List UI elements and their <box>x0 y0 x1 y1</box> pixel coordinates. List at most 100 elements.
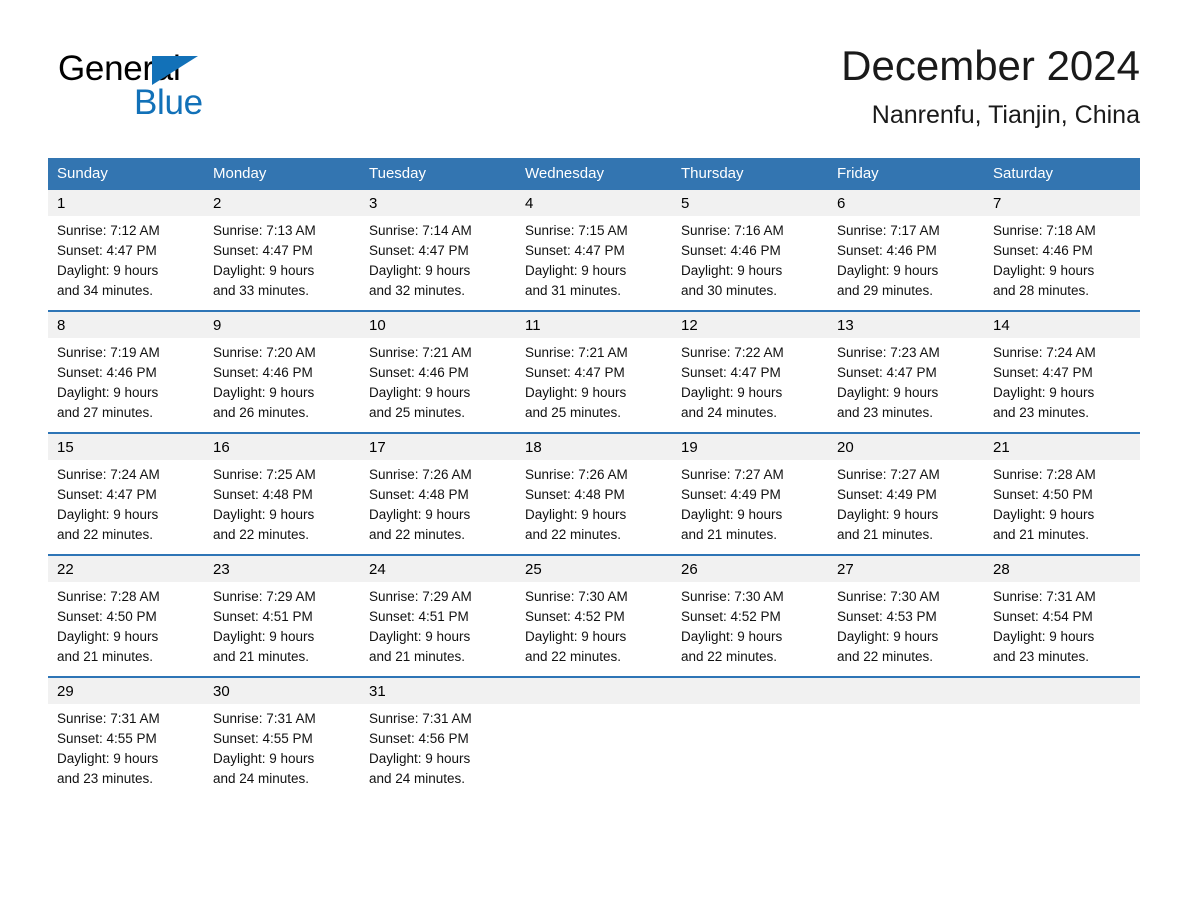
daylight-text: Daylight: 9 hours <box>525 385 627 400</box>
day-number-4[interactable]: 4 <box>516 190 672 216</box>
day-number-11[interactable]: 11 <box>516 312 672 338</box>
sunset-text: Sunset: 4:50 PM <box>993 487 1093 502</box>
day-cell-16[interactable]: Sunrise: 7:25 AM Sunset: 4:48 PM Daylight:… <box>204 465 360 545</box>
day-cell-6[interactable]: Sunrise: 7:17 AM Sunset: 4:46 PM Daylight:… <box>828 221 984 301</box>
daylight-text: and 24 minutes. <box>369 771 466 786</box>
day-number-23[interactable]: 23 <box>204 556 360 582</box>
day-number-6[interactable]: 6 <box>828 190 984 216</box>
day-cell-17[interactable]: Sunrise: 7:26 AM Sunset: 4:48 PM Daylight:… <box>360 465 516 545</box>
day-cell-7[interactable]: Sunrise: 7:18 AM Sunset: 4:46 PM Daylight:… <box>984 221 1140 301</box>
day-of-week-header-wednesday: Wednesday <box>525 165 604 182</box>
daylight-text: and 22 minutes. <box>681 649 778 664</box>
day-number-29[interactable]: 29 <box>48 678 204 704</box>
day-cell-30[interactable]: Sunrise: 7:31 AM Sunset: 4:55 PM Daylight:… <box>204 709 360 789</box>
sunset-text: Sunset: 4:47 PM <box>837 365 937 380</box>
day-cell-empty <box>984 709 1140 789</box>
day-number-7[interactable]: 7 <box>984 190 1140 216</box>
day-number-9[interactable]: 9 <box>204 312 360 338</box>
day-cell-2[interactable]: Sunrise: 7:13 AM Sunset: 4:47 PM Daylight:… <box>204 221 360 301</box>
day-number-8[interactable]: 8 <box>48 312 204 338</box>
day-number-25[interactable]: 25 <box>516 556 672 582</box>
sunrise-text: Sunrise: 7:28 AM <box>993 467 1096 482</box>
day-cell-19[interactable]: Sunrise: 7:27 AM Sunset: 4:49 PM Daylight:… <box>672 465 828 545</box>
day-cell-31[interactable]: Sunrise: 7:31 AM Sunset: 4:56 PM Daylight:… <box>360 709 516 789</box>
sunset-text: Sunset: 4:53 PM <box>837 609 937 624</box>
day-number-27[interactable]: 27 <box>828 556 984 582</box>
day-number-2[interactable]: 2 <box>204 190 360 216</box>
sunrise-text: Sunrise: 7:18 AM <box>993 223 1096 238</box>
day-cell-9[interactable]: Sunrise: 7:20 AM Sunset: 4:46 PM Daylight:… <box>204 343 360 423</box>
day-cell-27[interactable]: Sunrise: 7:30 AM Sunset: 4:53 PM Daylight:… <box>828 587 984 667</box>
daylight-text: and 34 minutes. <box>57 283 154 298</box>
day-cell-24[interactable]: Sunrise: 7:29 AM Sunset: 4:51 PM Daylight:… <box>360 587 516 667</box>
day-number-10[interactable]: 10 <box>360 312 516 338</box>
sunset-text: Sunset: 4:56 PM <box>369 731 469 746</box>
day-number-5[interactable]: 5 <box>672 190 828 216</box>
daylight-text: Daylight: 9 hours <box>57 751 159 766</box>
day-cell-29[interactable]: Sunrise: 7:31 AM Sunset: 4:55 PM Daylight:… <box>48 709 204 789</box>
daylight-text: Daylight: 9 hours <box>837 263 939 278</box>
day-number-24[interactable]: 24 <box>360 556 516 582</box>
week-info-band: Sunrise: 7:19 AM Sunset: 4:46 PM Daylight:… <box>48 338 1140 423</box>
day-number-14[interactable]: 14 <box>984 312 1140 338</box>
day-cell-22[interactable]: Sunrise: 7:28 AM Sunset: 4:50 PM Daylight:… <box>48 587 204 667</box>
daylight-text: and 21 minutes. <box>57 649 154 664</box>
day-number-3[interactable]: 3 <box>360 190 516 216</box>
day-number-31[interactable]: 31 <box>360 678 516 704</box>
day-number-30[interactable]: 30 <box>204 678 360 704</box>
daylight-text: Daylight: 9 hours <box>213 751 315 766</box>
day-cell-11[interactable]: Sunrise: 7:21 AM Sunset: 4:47 PM Daylight:… <box>516 343 672 423</box>
day-cell-15[interactable]: Sunrise: 7:24 AM Sunset: 4:47 PM Daylight:… <box>48 465 204 545</box>
day-cell-10[interactable]: Sunrise: 7:21 AM Sunset: 4:46 PM Daylight:… <box>360 343 516 423</box>
day-cell-8[interactable]: Sunrise: 7:19 AM Sunset: 4:46 PM Daylight:… <box>48 343 204 423</box>
day-number-17[interactable]: 17 <box>360 434 516 460</box>
day-number-28[interactable]: 28 <box>984 556 1140 582</box>
day-number-19[interactable]: 19 <box>672 434 828 460</box>
day-cell-4[interactable]: Sunrise: 7:15 AM Sunset: 4:47 PM Daylight:… <box>516 221 672 301</box>
day-cell-18[interactable]: Sunrise: 7:26 AM Sunset: 4:48 PM Daylight:… <box>516 465 672 545</box>
daylight-text: and 28 minutes. <box>993 283 1090 298</box>
day-cell-21[interactable]: Sunrise: 7:28 AM Sunset: 4:50 PM Daylight:… <box>984 465 1140 545</box>
daylight-text: and 21 minutes. <box>213 649 310 664</box>
sunrise-text: Sunrise: 7:14 AM <box>369 223 472 238</box>
day-number-16[interactable]: 16 <box>204 434 360 460</box>
sunrise-text: Sunrise: 7:22 AM <box>681 345 784 360</box>
sunset-text: Sunset: 4:49 PM <box>681 487 781 502</box>
day-cell-empty <box>516 709 672 789</box>
day-number-26[interactable]: 26 <box>672 556 828 582</box>
sunrise-text: Sunrise: 7:25 AM <box>213 467 316 482</box>
day-number-20[interactable]: 20 <box>828 434 984 460</box>
daylight-text: and 21 minutes. <box>837 527 934 542</box>
day-cell-20[interactable]: Sunrise: 7:27 AM Sunset: 4:49 PM Daylight:… <box>828 465 984 545</box>
daylight-text: and 27 minutes. <box>57 405 154 420</box>
day-cell-1[interactable]: Sunrise: 7:12 AM Sunset: 4:47 PM Daylight:… <box>48 221 204 301</box>
day-number-22[interactable]: 22 <box>48 556 204 582</box>
general-blue-logo[interactable]: General Blue <box>58 50 308 136</box>
day-cell-5[interactable]: Sunrise: 7:16 AM Sunset: 4:46 PM Daylight:… <box>672 221 828 301</box>
day-number-15[interactable]: 15 <box>48 434 204 460</box>
day-cell-12[interactable]: Sunrise: 7:22 AM Sunset: 4:47 PM Daylight:… <box>672 343 828 423</box>
day-cell-25[interactable]: Sunrise: 7:30 AM Sunset: 4:52 PM Daylight:… <box>516 587 672 667</box>
week-date-band: 1234567 <box>48 190 1140 216</box>
day-number-12[interactable]: 12 <box>672 312 828 338</box>
daylight-text: Daylight: 9 hours <box>213 629 315 644</box>
sunrise-text: Sunrise: 7:27 AM <box>837 467 940 482</box>
sunrise-text: Sunrise: 7:13 AM <box>213 223 316 238</box>
day-cell-13[interactable]: Sunrise: 7:23 AM Sunset: 4:47 PM Daylight:… <box>828 343 984 423</box>
day-number-18[interactable]: 18 <box>516 434 672 460</box>
calendar-weeks: 1 2 3 4 5 6 7 Sunrise: 7:12 AM Sunset: 4:47 PM Da… <box>48 190 1140 789</box>
day-number-13[interactable]: 13 <box>828 312 984 338</box>
sunset-text: Sunset: 4:47 PM <box>681 365 781 380</box>
sunrise-text: Sunrise: 7:31 AM <box>57 711 160 726</box>
day-cell-14[interactable]: Sunrise: 7:24 AM Sunset: 4:47 PM Daylight:… <box>984 343 1140 423</box>
day-number-1[interactable]: 1 <box>48 190 204 216</box>
day-number-empty <box>828 678 984 704</box>
day-cell-3[interactable]: Sunrise: 7:14 AM Sunset: 4:47 PM Daylight:… <box>360 221 516 301</box>
daylight-text: Daylight: 9 hours <box>369 629 471 644</box>
day-number-21[interactable]: 21 <box>984 434 1140 460</box>
calendar-week-row: 15 16 17 18 19 20 21 Sunrise: 7:24 AM Sunset: 4:… <box>48 432 1140 545</box>
day-cell-28[interactable]: Sunrise: 7:31 AM Sunset: 4:54 PM Daylight:… <box>984 587 1140 667</box>
daylight-text: and 23 minutes. <box>837 405 934 420</box>
day-cell-26[interactable]: Sunrise: 7:30 AM Sunset: 4:52 PM Daylight:… <box>672 587 828 667</box>
day-cell-23[interactable]: Sunrise: 7:29 AM Sunset: 4:51 PM Daylight:… <box>204 587 360 667</box>
